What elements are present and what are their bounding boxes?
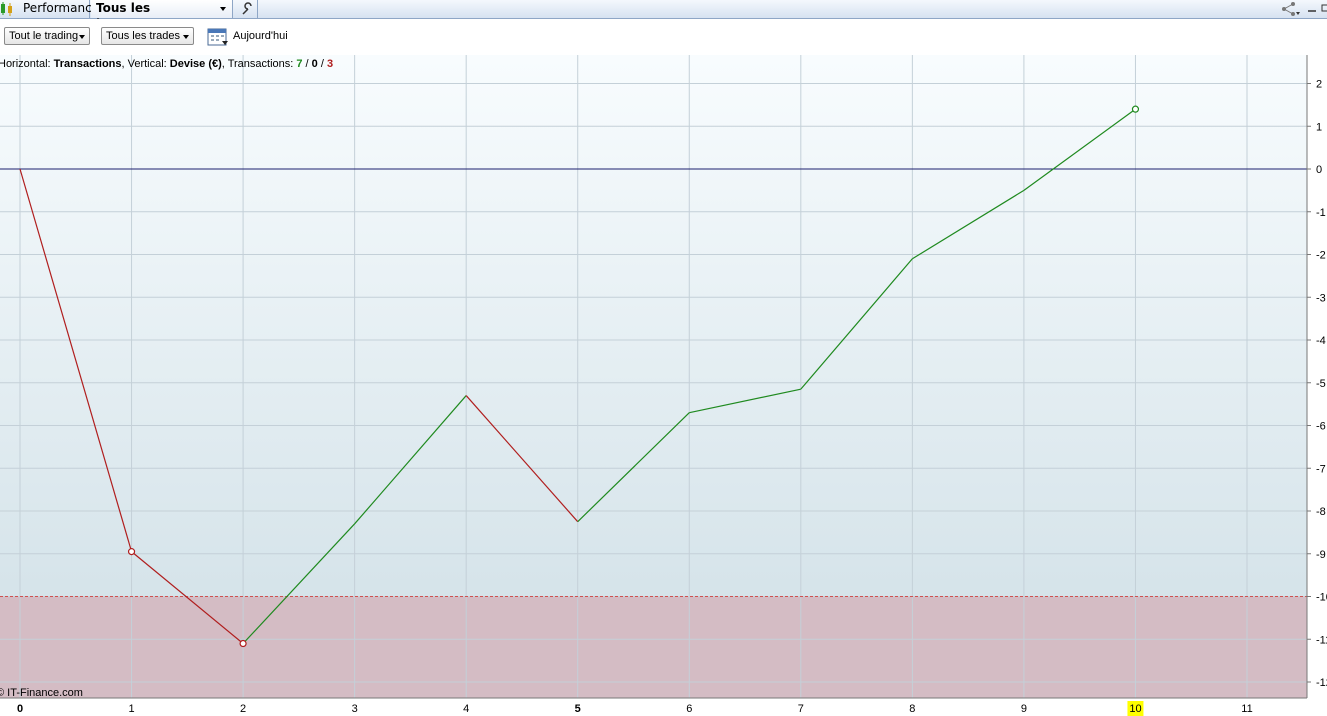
x-tick-label: 7 xyxy=(798,703,804,715)
restore-icon[interactable] xyxy=(1320,0,1327,18)
trades-dropdown[interactable]: Tous les trades xyxy=(101,27,194,45)
copyright-label: © IT-Finance.com xyxy=(0,687,83,699)
x-tick-label: 5 xyxy=(575,703,581,715)
y-tick-label: -11 xyxy=(1316,634,1327,646)
x-tick-label: 11 xyxy=(1241,703,1252,715)
minimize-icon[interactable] xyxy=(1306,0,1318,18)
x-axis: 0 1 2 3 4 5 6 7 8 9 10 11 xyxy=(17,701,1253,716)
x-tick-label: 8 xyxy=(909,703,915,715)
chevron-down-icon xyxy=(79,35,85,39)
losing-count: 3 xyxy=(327,58,333,70)
y-tick-label: -9 xyxy=(1316,549,1326,561)
x-tick-label: 3 xyxy=(352,703,358,715)
today-button[interactable]: Aujourd'hui xyxy=(233,30,288,42)
info-transactions-prefix: , Transactions: xyxy=(222,58,297,70)
y-tick-label: -4 xyxy=(1316,335,1326,347)
x-tick-label: 9 xyxy=(1021,703,1027,715)
candlestick-icon xyxy=(0,0,14,18)
x-tick-label: 4 xyxy=(463,703,469,715)
y-tick-label: 0 xyxy=(1316,164,1322,176)
x-tick-label: 1 xyxy=(128,703,134,715)
period-dropdown-label: Tout le trading xyxy=(9,30,79,42)
chevron-down-icon xyxy=(183,35,189,39)
toolbar: Tout le trading Tous les trades Aujourd'… xyxy=(0,19,1327,55)
trades-dropdown-label: Tous les trades xyxy=(106,30,180,42)
chart-info-line: Horizontal: Transactions, Vertical: Devi… xyxy=(0,58,333,70)
y-tick-label: 1 xyxy=(1316,121,1322,133)
info-separator: / xyxy=(303,58,312,70)
x-tick-label: 10 xyxy=(1129,703,1141,715)
y-tick-label: -12 xyxy=(1316,677,1327,689)
calendar-icon[interactable] xyxy=(207,26,229,47)
trade-point xyxy=(239,639,247,648)
y-tick-label: -8 xyxy=(1316,506,1326,518)
y-tick-label: 2 xyxy=(1316,79,1322,91)
y-tick-label: -10 xyxy=(1316,592,1327,604)
loss-zone xyxy=(0,596,1307,698)
info-vertical-value: Devise (€) xyxy=(170,58,222,70)
tab-performance[interactable]: Performance xyxy=(14,0,99,18)
x-tick-label: 6 xyxy=(686,703,692,715)
y-axis: 2 1 0 -1 -2 -3 -4 -5 -6 -7 -8 -9 -10 -11 -12 xyxy=(1307,79,1327,689)
y-tick-label: -3 xyxy=(1316,292,1326,304)
info-horizontal-value: Transactions xyxy=(54,58,122,70)
title-bar: Performance Tous les instruments xyxy=(0,0,1327,31)
trade-point xyxy=(1131,105,1140,113)
share-icon[interactable] xyxy=(1280,0,1302,18)
period-dropdown[interactable]: Tout le trading xyxy=(4,27,90,45)
info-separator: / xyxy=(318,58,327,70)
instruments-dropdown[interactable]: Tous les instruments xyxy=(91,0,233,31)
y-tick-label: -2 xyxy=(1316,250,1326,262)
trade-point xyxy=(127,548,136,556)
y-tick-label: -6 xyxy=(1316,421,1326,433)
performance-chart: 210-1-2-3-4-5-6-7-8-9-10-11-12 012345678… xyxy=(0,55,1327,716)
x-tick-label: 2 xyxy=(240,703,246,715)
x-tick-label: 0 xyxy=(17,703,23,715)
y-tick-label: -1 xyxy=(1316,207,1326,219)
y-tick-label: -7 xyxy=(1316,463,1326,475)
wrench-icon[interactable] xyxy=(234,0,258,18)
y-tick-label: -5 xyxy=(1316,378,1326,390)
chevron-down-icon xyxy=(220,7,226,11)
info-horizontal-prefix: Horizontal: xyxy=(0,58,54,70)
info-vertical-prefix: , Vertical: xyxy=(122,58,170,70)
